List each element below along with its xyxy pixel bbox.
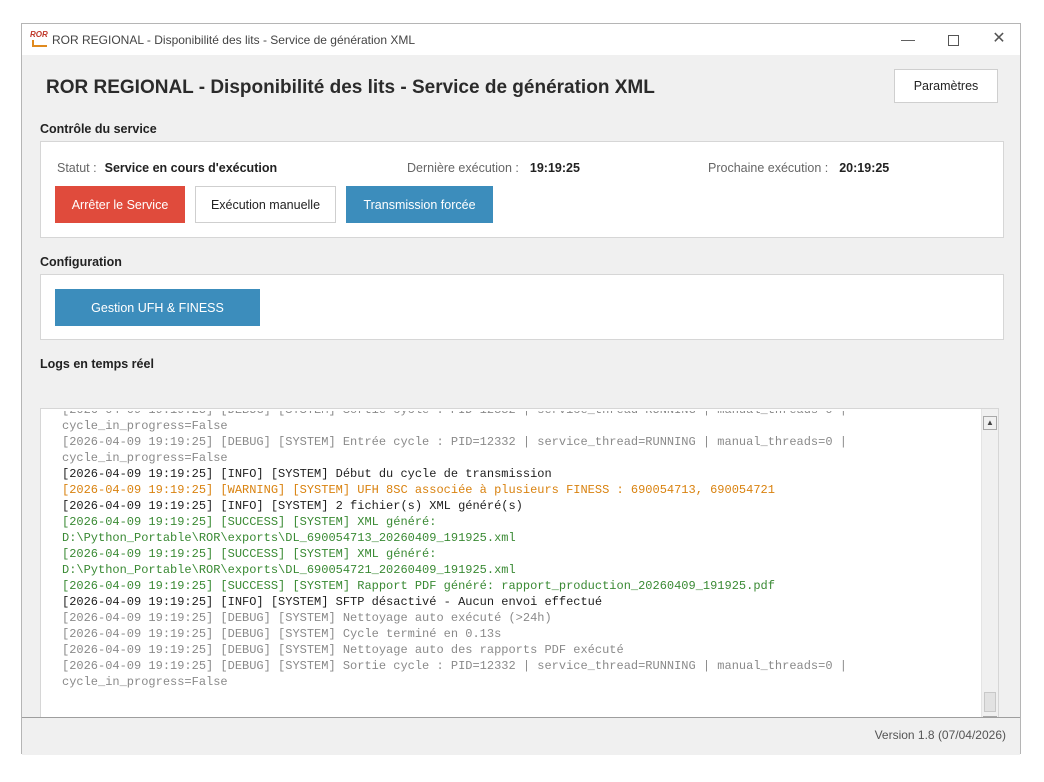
log-text-area[interactable]: [2026-04-09 19:19:25] [DEBUG] [SYSTEM] S… (62, 411, 972, 729)
next-run-value: 20:19:25 (839, 161, 890, 175)
log-scrollbar[interactable]: ▲ ▼ (981, 409, 998, 738)
log-line: cycle_in_progress=False (62, 451, 228, 465)
status-label: Statut : (57, 161, 97, 175)
last-run-value: 19:19:25 (529, 161, 580, 175)
service-control-panel: Statut : Service en cours d'exécution Der… (40, 141, 1004, 238)
page-title: ROR REGIONAL - Disponibilité des lits - … (46, 77, 655, 98)
configuration-heading: Configuration (40, 255, 122, 269)
maximize-button[interactable] (938, 29, 968, 49)
log-line: [2026-04-09 19:19:25] [DEBUG] [SYSTEM] E… (62, 435, 847, 449)
next-run-label: Prochaine exécution : (708, 161, 829, 175)
log-line: [2026-04-09 19:19:25] [SUCCESS] [SYSTEM]… (62, 579, 775, 593)
forced-transmission-button[interactable]: Transmission forcée (346, 186, 493, 223)
log-viewer[interactable]: [2026-04-09 19:19:25] [DEBUG] [SYSTEM] S… (40, 408, 999, 739)
configuration-panel: Gestion UFH & FINESS (40, 274, 1004, 340)
last-run-field: Dernière exécution : 19:19:25 (407, 161, 580, 175)
last-run-label: Dernière exécution : (407, 161, 519, 175)
log-line: [2026-04-09 19:19:25] [INFO] [SYSTEM] Dé… (62, 467, 552, 481)
app-logo-icon: ROR (30, 30, 48, 48)
log-line: [2026-04-09 19:19:25] [WARNING] [SYSTEM]… (62, 483, 775, 497)
status-bar: Version 1.8 (07/04/2026) (22, 717, 1020, 755)
status-value: Service en cours d'exécution (104, 161, 278, 175)
version-label: Version 1.8 (07/04/2026) (874, 728, 1006, 742)
log-line: [2026-04-09 19:19:25] [DEBUG] [SYSTEM] N… (62, 643, 624, 657)
minimize-button[interactable]: — (893, 29, 923, 49)
log-line: [2026-04-09 19:19:25] [INFO] [SYSTEM] SF… (62, 595, 603, 609)
settings-button[interactable]: Paramètres (894, 69, 998, 103)
log-line: [2026-04-09 19:19:25] [DEBUG] [SYSTEM] S… (62, 659, 847, 673)
log-line: [2026-04-09 19:19:25] [INFO] [SYSTEM] 2 … (62, 499, 523, 513)
app-window: ROR ROR REGIONAL - Disponibilité des lit… (21, 23, 1021, 755)
log-line: cycle_in_progress=False (62, 419, 228, 433)
window-title: ROR REGIONAL - Disponibilité des lits - … (52, 33, 416, 47)
log-line: [2026-04-09 19:19:25] [DEBUG] [SYSTEM] S… (62, 411, 972, 418)
manage-ufh-finess-button[interactable]: Gestion UFH & FINESS (55, 289, 260, 326)
status-field: Statut : Service en cours d'exécution (57, 161, 277, 175)
logs-heading: Logs en temps réel (40, 357, 154, 371)
log-line: [2026-04-09 19:19:25] [DEBUG] [SYSTEM] N… (62, 611, 552, 625)
manual-run-button[interactable]: Exécution manuelle (195, 186, 336, 223)
service-control-heading: Contrôle du service (40, 122, 157, 136)
log-line: [2026-04-09 19:19:25] [SUCCESS] [SYSTEM]… (62, 515, 437, 529)
minimize-icon: — (901, 31, 915, 47)
scroll-up-arrow-icon[interactable]: ▲ (983, 416, 997, 430)
close-icon: ✕ (992, 30, 1006, 47)
log-line: D:\Python_Portable\ROR\exports\DL_690054… (62, 531, 516, 545)
scrollbar-thumb[interactable] (984, 692, 996, 712)
log-line: [2026-04-09 19:19:25] [SUCCESS] [SYSTEM]… (62, 547, 437, 561)
main-content: ROR REGIONAL - Disponibilité des lits - … (22, 55, 1020, 739)
log-line: D:\Python_Portable\ROR\exports\DL_690054… (62, 563, 516, 577)
maximize-icon (947, 34, 959, 46)
stop-service-button[interactable]: Arrêter le Service (55, 186, 185, 223)
title-bar[interactable]: ROR ROR REGIONAL - Disponibilité des lit… (22, 24, 1020, 55)
next-run-field: Prochaine exécution : 20:19:25 (708, 161, 889, 175)
log-line: cycle_in_progress=False (62, 675, 228, 689)
log-line: [2026-04-09 19:19:25] [DEBUG] [SYSTEM] C… (62, 627, 502, 641)
close-button[interactable]: ✕ (984, 29, 1014, 49)
